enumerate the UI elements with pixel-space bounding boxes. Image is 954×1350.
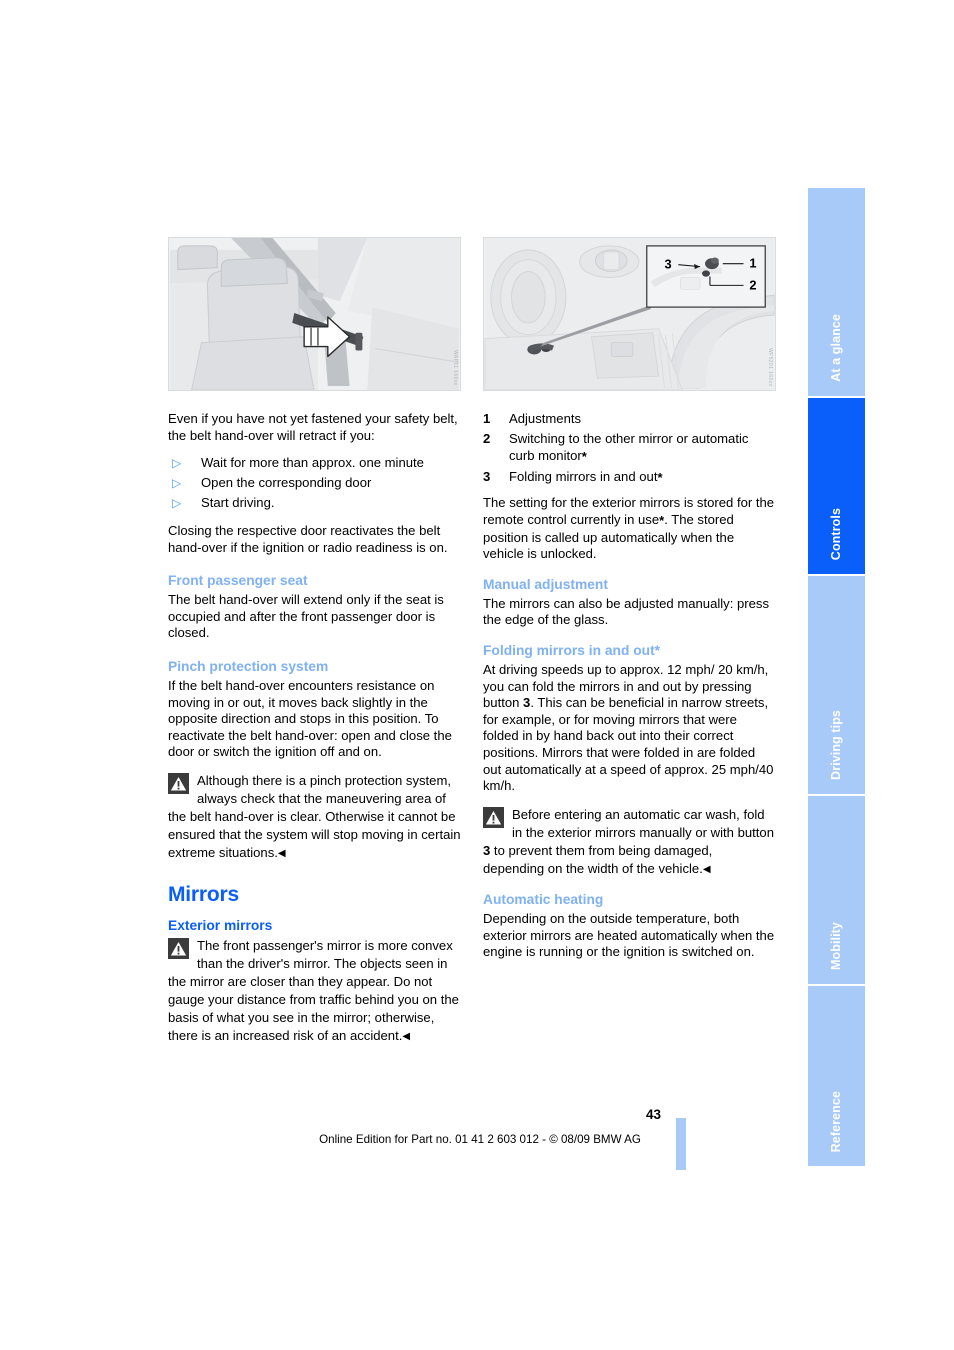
door-panel-illustration: 1 2 3: [484, 238, 775, 390]
triangle-bullet-icon: ▷: [172, 496, 182, 511]
warning-text: Although there is a pinch protection sys…: [168, 772, 461, 860]
figure-reference-code: WF5201 160xx: [767, 347, 773, 386]
legend-label: Switching to the other mirror or automat…: [509, 431, 749, 463]
legend-number: 1: [483, 411, 491, 426]
optional-equipment-asterisk: *: [657, 469, 663, 485]
warning-text: The front passenger's mirror is more con…: [168, 937, 459, 1043]
sidebar-tab-controls[interactable]: Controls: [808, 398, 865, 576]
list-item: 2 Switching to the other mirror or autom…: [483, 431, 776, 465]
heading-front-passenger-seat: Front passenger seat: [168, 573, 308, 589]
sidebar-tab-label: Driving tips: [829, 710, 844, 780]
warning-note-pinch-protection: Although there is a pinch protection sys…: [168, 772, 461, 863]
list-item-label: Open the corresponding door: [201, 475, 372, 491]
right-text-column: 1 2 3 WF5201 160xx 1 Adjustments 2 Switc…: [483, 237, 776, 972]
sidebar-tab-reference[interactable]: Reference: [808, 986, 865, 1166]
sidebar-tab-mobility[interactable]: Mobility: [808, 796, 865, 986]
list-item: 1 Adjustments: [483, 411, 776, 428]
retract-conditions-list: ▷ Wait for more than approx. one minute …: [168, 455, 461, 512]
svg-text:1: 1: [749, 256, 756, 271]
manual-adjustment-body: The mirrors can also be adjusted manuall…: [483, 595, 770, 628]
mirror-controls-legend: 1 Adjustments 2 Switching to the other m…: [483, 411, 776, 486]
warning-note-exterior-mirrors: The front passenger's mirror is more con…: [168, 937, 461, 1046]
belt-handover-illustration: [169, 238, 460, 390]
sidebar-tab-label: Reference: [829, 1090, 844, 1152]
triangle-bullet-icon: ▷: [172, 476, 182, 491]
triangle-bullet-icon: ▷: [172, 456, 182, 471]
sidebar-tab-label: At a glance: [829, 314, 844, 382]
sidebar-tab-label: Mobility: [829, 921, 844, 970]
figure-belt-handover: WAP11 160xx: [168, 237, 461, 391]
sidebar-tab-label: Controls: [829, 507, 844, 560]
warning-triangle-icon: [483, 806, 504, 828]
intro-paragraph: Even if you have not yet fastened your s…: [168, 411, 458, 443]
edition-footer-line: Online Edition for Part no. 01 41 2 603 …: [319, 1133, 641, 1146]
figure-mirror-controls: 1 2 3 WF5201 160xx: [483, 237, 776, 391]
heading-automatic-heating: Automatic heating: [483, 892, 604, 908]
warning-triangle-icon: [168, 937, 189, 959]
section-tabs-sidebar: At a glance Controls Driving tips Mobili…: [808, 188, 865, 1166]
after-bullets-paragraph: Closing the respective door reactivates …: [168, 522, 448, 555]
figure-reference-code: WAP11 160xx: [452, 350, 458, 386]
left-text-column: WAP11 160xx Even if you have not yet fas…: [168, 237, 461, 1056]
footer-accent-bar: [676, 1118, 686, 1170]
list-item-label: Wait for more than approx. one minute: [201, 455, 424, 471]
page-title-mirrors: Mirrors: [168, 882, 239, 906]
heading-manual-adjustment: Manual adjustment: [483, 576, 608, 592]
front-passenger-seat-body: The belt hand-over will extend only if t…: [168, 592, 444, 641]
warning-triangle-icon: [168, 772, 189, 794]
optional-equipment-asterisk: *: [581, 448, 587, 464]
end-of-note-marker: ◀: [277, 847, 286, 859]
heading-exterior-mirrors: Exterior mirrors: [168, 917, 273, 933]
legend-number: 2: [483, 431, 491, 447]
stored-setting-paragraph: The setting for the exterior mirrors is …: [483, 495, 775, 562]
svg-text:3: 3: [665, 257, 672, 272]
warning-note-car-wash: Before entering an automatic car wash, f…: [483, 806, 776, 879]
list-item: 3 Folding mirrors in and out*: [483, 469, 776, 487]
list-item: ▷ Open the corresponding door: [168, 475, 461, 492]
svg-text:2: 2: [749, 277, 756, 292]
sidebar-tab-driving-tips[interactable]: Driving tips: [808, 576, 865, 796]
manual-page: At a glance Controls Driving tips Mobili…: [0, 0, 954, 1350]
legend-label: Adjustments: [509, 411, 582, 426]
sidebar-tab-at-a-glance[interactable]: At a glance: [808, 188, 865, 398]
list-item: ▷ Wait for more than approx. one minute: [168, 455, 461, 472]
legend-number: 3: [483, 468, 491, 484]
legend-label: Folding mirrors in and out: [509, 468, 658, 484]
page-number: 43: [646, 1107, 662, 1122]
folding-mirrors-body: At driving speeds up to approx. 12 mph/ …: [483, 661, 774, 794]
heading-pinch-protection-system: Pinch protection system: [168, 658, 329, 674]
warning-text: Before entering an automatic car wash, f…: [483, 806, 774, 876]
list-item: ▷ Start driving.: [168, 495, 461, 512]
list-item-label: Start driving.: [201, 495, 275, 511]
automatic-heating-body: Depending on the outside temperature, bo…: [483, 911, 775, 960]
heading-folding-mirrors: Folding mirrors in and out*: [483, 642, 661, 658]
end-of-note-marker: ◀: [702, 863, 711, 875]
end-of-note-marker: ◀: [402, 1030, 411, 1042]
pinch-protection-body: If the belt hand-over encounters resista…: [168, 677, 452, 760]
